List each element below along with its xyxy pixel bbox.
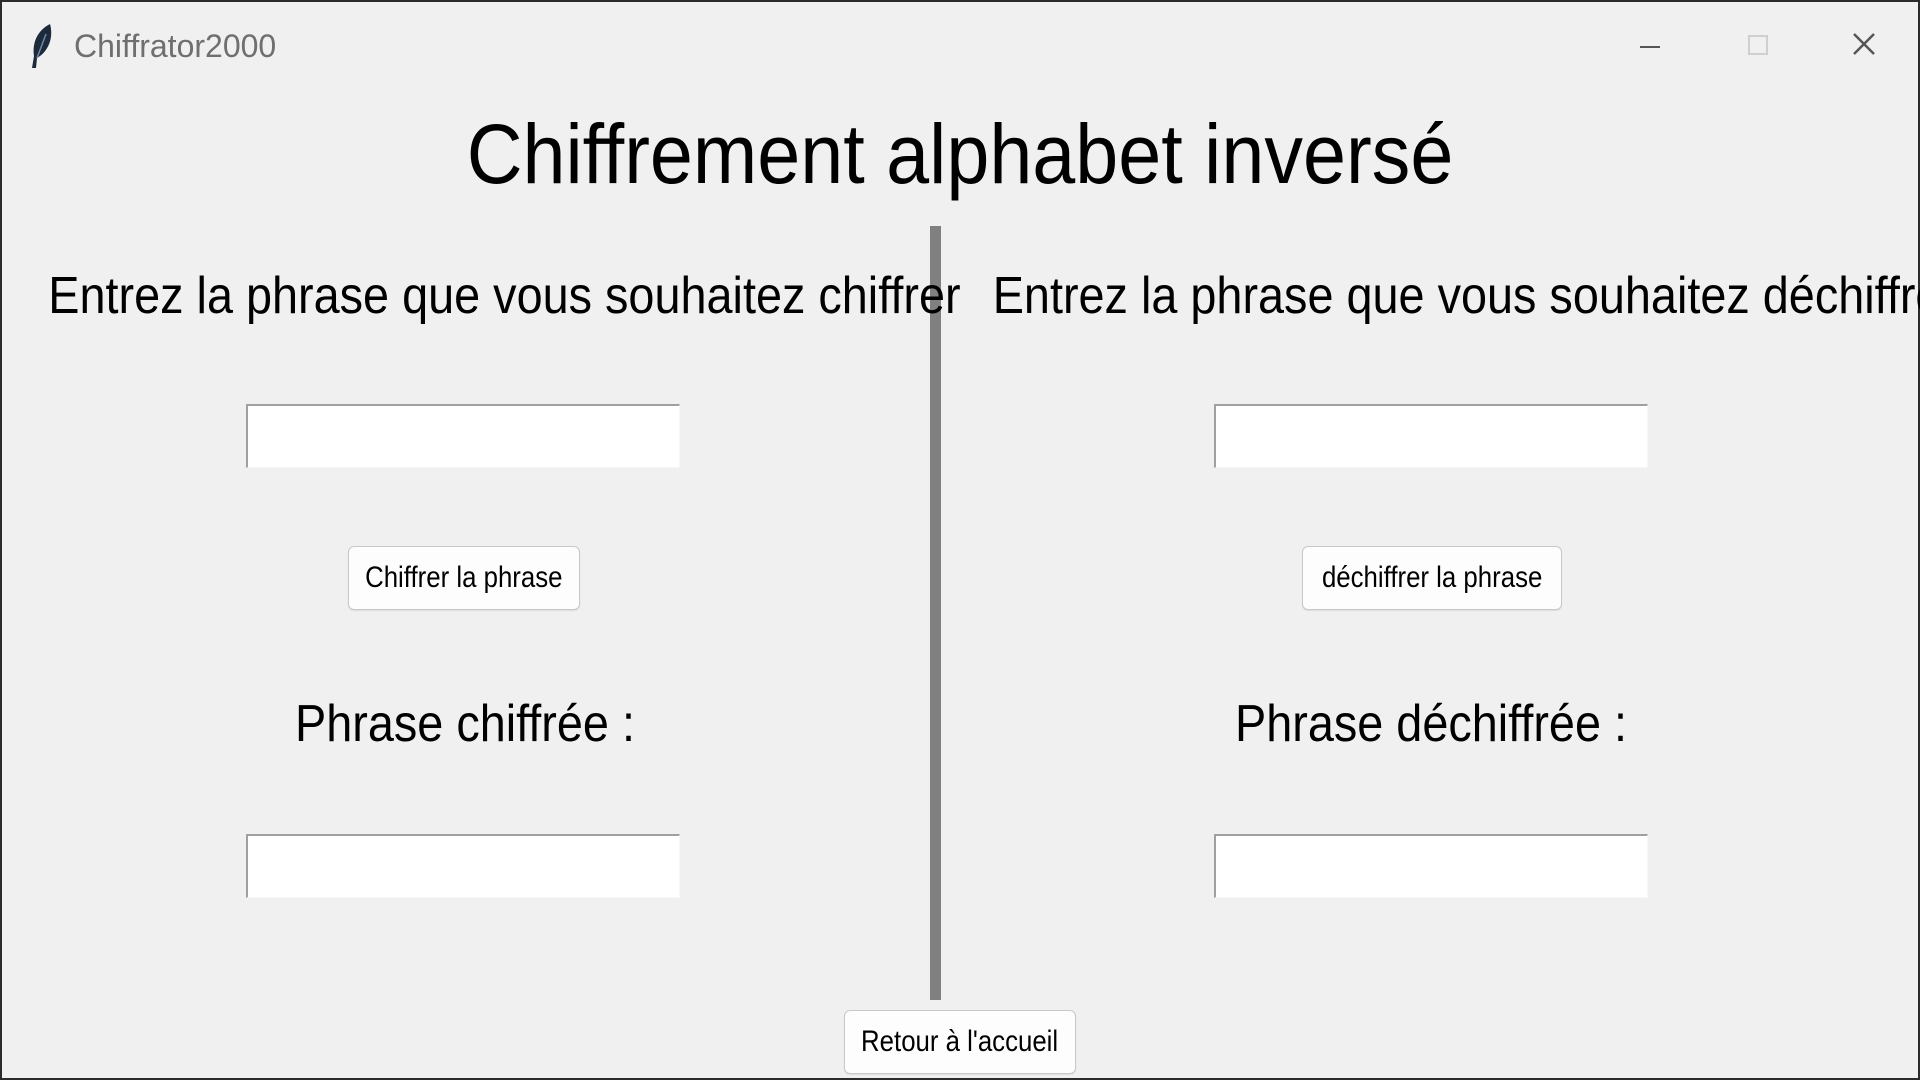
decrypt-input[interactable] — [1214, 404, 1648, 468]
decrypted-output-field[interactable] — [1214, 834, 1648, 898]
decrypted-result-label: Phrase déchiffrée : — [1235, 695, 1627, 753]
encrypt-prompt-label: Entrez la phrase que vous souhaitez chif… — [48, 267, 961, 325]
maximize-button[interactable] — [1722, 16, 1794, 76]
decrypt-button[interactable]: déchiffrer la phrase — [1302, 546, 1562, 610]
close-icon — [1853, 33, 1875, 55]
encrypt-button-label: Chiffrer la phrase — [365, 561, 563, 594]
home-button-label: Retour à l'accueil — [861, 1025, 1059, 1058]
page-title: Chiffrement alphabet inversé — [466, 107, 1454, 201]
encrypt-input[interactable] — [246, 404, 680, 468]
window-title: Chiffrator2000 — [74, 28, 277, 64]
home-button[interactable]: Retour à l'accueil — [844, 1010, 1076, 1074]
title-bar[interactable]: Chiffrator2000 — [2, 2, 1918, 92]
minimize-button[interactable] — [1614, 16, 1686, 76]
encrypted-result-label: Phrase chiffrée : — [295, 695, 635, 753]
encrypt-button[interactable]: Chiffrer la phrase — [348, 546, 580, 610]
minimize-icon — [1640, 46, 1660, 48]
close-button[interactable] — [1828, 16, 1900, 76]
panel-divider — [930, 226, 941, 1000]
app-window: Chiffrator2000 Chiffrement alphabet inve… — [0, 0, 1920, 1080]
encrypted-output-field[interactable] — [246, 834, 680, 898]
maximize-icon — [1748, 35, 1768, 55]
decrypt-button-label: déchiffrer la phrase — [1321, 561, 1543, 594]
feather-icon — [28, 22, 56, 70]
decrypt-prompt-label: Entrez la phrase que vous souhaitez déch… — [992, 267, 1920, 325]
